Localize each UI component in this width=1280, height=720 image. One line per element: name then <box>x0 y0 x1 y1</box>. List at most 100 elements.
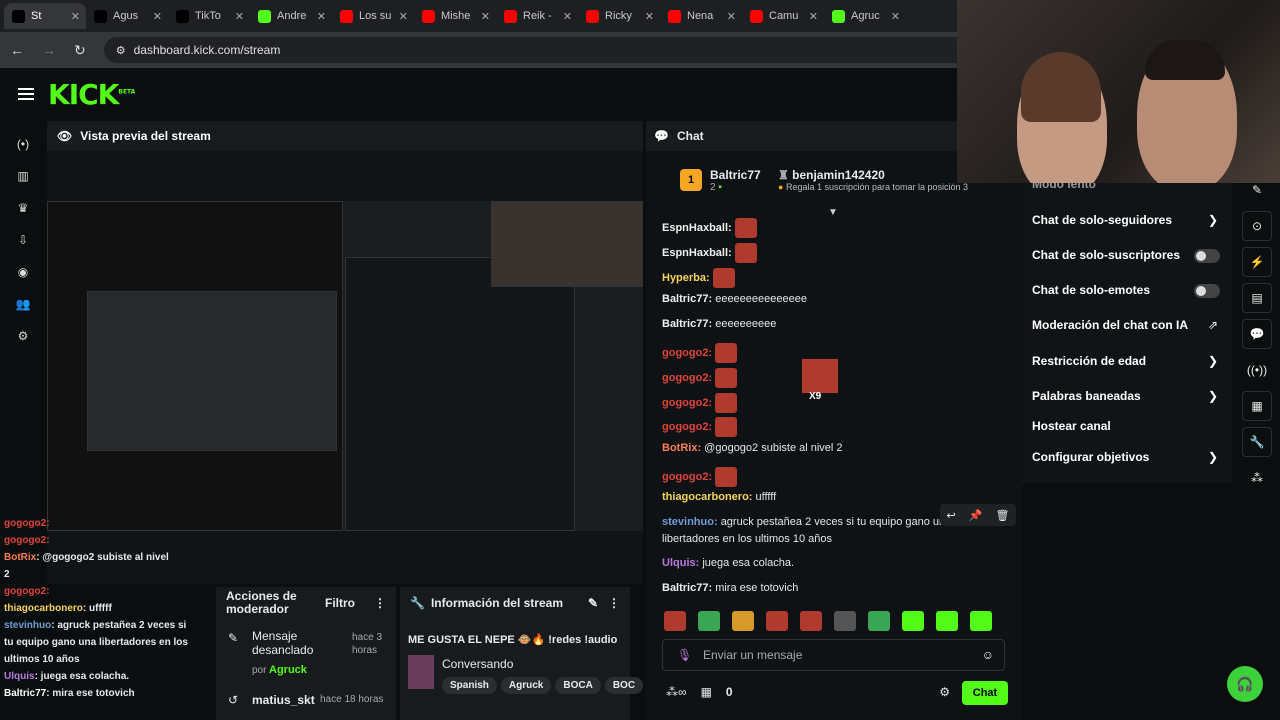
chevron-right-icon[interactable]: ❯ <box>1208 213 1218 227</box>
chat-setting-item[interactable]: Chat de solo-suscriptores <box>1032 248 1180 262</box>
emote-1[interactable] <box>664 611 686 631</box>
browser-tab[interactable]: TikTo ✕ <box>168 3 250 29</box>
chat-setting-item[interactable]: Configurar objetivos <box>1032 450 1149 464</box>
store-icon[interactable]: ▦ <box>701 685 712 699</box>
chat-username[interactable]: Hyperba: <box>662 272 710 284</box>
stream-tag[interactable]: BOCA <box>555 677 601 694</box>
chat-username[interactable]: stevinhuo: <box>662 516 718 528</box>
chat-username[interactable]: gogogo2: <box>662 397 712 409</box>
browser-tab[interactable]: Agus ✕ <box>86 3 168 29</box>
chat-username[interactable]: Ulquis: <box>662 557 699 569</box>
chat-setting-item[interactable]: Chat de solo-emotes <box>1032 283 1150 297</box>
emote-7[interactable] <box>868 611 890 631</box>
chat-setting-item[interactable]: Palabras baneadas <box>1032 389 1141 403</box>
reload-icon[interactable]: ↻ <box>74 42 86 59</box>
chat-message[interactable]: EspnHaxball: <box>662 218 757 238</box>
chat-message[interactable]: Baltric77: eeeeeeeeee <box>662 318 776 330</box>
support-fab[interactable]: 🎧 <box>1227 666 1263 702</box>
close-icon[interactable]: ✕ <box>235 10 244 23</box>
chat-settings-icon[interactable]: ⚙ <box>939 685 950 699</box>
reply-icon[interactable]: ↩ <box>947 509 956 522</box>
browser-tab[interactable]: Andre ✕ <box>250 3 332 29</box>
upload-icon[interactable]: ⇩ <box>0 224 46 256</box>
chat-message[interactable]: EspnHaxball: <box>662 243 757 263</box>
browser-tab[interactable]: Ricky ✕ <box>578 3 660 29</box>
settings-icon[interactable]: ⚙ <box>0 320 46 352</box>
browser-tab[interactable]: Reik - ✕ <box>496 3 578 29</box>
emote-8[interactable] <box>902 611 924 631</box>
trophy-icon[interactable]: ♛ <box>0 192 46 224</box>
chat-username[interactable]: gogogo2: <box>662 372 712 384</box>
chat-username[interactable]: BotRix: <box>662 442 701 454</box>
focus-icon[interactable]: ⊙ <box>1242 211 1272 241</box>
browser-tab[interactable]: Camu ✕ <box>742 3 824 29</box>
menu-icon[interactable] <box>18 88 34 100</box>
close-icon[interactable]: ✕ <box>399 10 408 23</box>
mod-action-1-user[interactable]: Agruck <box>269 664 307 676</box>
close-icon[interactable]: ✕ <box>317 10 326 23</box>
close-icon[interactable]: ✕ <box>809 10 818 23</box>
chat-username[interactable]: Baltric77: <box>662 318 712 330</box>
chat-username[interactable]: thiagocarbonero: <box>662 491 752 503</box>
emote-10[interactable] <box>970 611 992 631</box>
emote-5[interactable] <box>800 611 822 631</box>
back-icon[interactable]: ← <box>10 42 24 58</box>
chat-message[interactable]: stevinhuo: agruck pestañea 2 veces si tu… <box>662 516 951 528</box>
chat-setting-item[interactable]: Restricción de edad <box>1032 354 1146 368</box>
chat-message[interactable]: Baltric77: eeeeeeeeeeeeeee <box>662 293 807 305</box>
chat-message[interactable]: libertadores en los ultimos 10 años <box>662 533 832 545</box>
chat-input[interactable]: 🎙 Enviar un mensaje ☺ <box>662 639 1005 671</box>
close-icon[interactable]: ✕ <box>153 10 162 23</box>
chat-message[interactable]: BotRix: @gogogo2 subiste al nivel 2 <box>662 442 843 454</box>
chat-message[interactable]: gogogo2: <box>662 368 738 388</box>
browser-tab[interactable]: Los su ✕ <box>332 3 414 29</box>
chat-message[interactable]: gogogo2: <box>662 417 738 437</box>
stream-tag[interactable]: Agruck <box>500 677 552 694</box>
forward-icon[interactable]: → <box>42 42 56 58</box>
emote-6[interactable] <box>834 611 856 631</box>
delete-icon[interactable]: 🗑 <box>996 509 1010 522</box>
close-icon[interactable]: ✕ <box>481 10 490 23</box>
chat-message[interactable]: thiagocarbonero: ufffff <box>662 491 776 503</box>
close-icon[interactable]: ✕ <box>891 10 900 23</box>
kick-logo[interactable]: KICKBETA <box>48 78 135 111</box>
document-icon[interactable]: ▤ <box>1242 283 1272 313</box>
close-icon[interactable]: ✕ <box>727 10 736 23</box>
chat-username[interactable]: gogogo2: <box>662 471 712 483</box>
chat-message[interactable]: Ulquis: juega esa colacha. <box>662 557 794 569</box>
chat-username[interactable]: gogogo2: <box>662 421 712 433</box>
browser-tab[interactable]: Nena ✕ <box>660 3 742 29</box>
close-icon[interactable]: ✕ <box>71 10 80 23</box>
stream-tag[interactable]: BOC <box>604 677 644 694</box>
chat-message[interactable]: gogogo2: <box>662 467 738 487</box>
chat-setting-item[interactable]: Moderación del chat con IA <box>1032 318 1188 332</box>
chat-setting-item[interactable]: Chat de solo-seguidores <box>1032 213 1172 227</box>
emote-9[interactable] <box>936 611 958 631</box>
message-icon[interactable]: 💬 <box>1242 319 1272 349</box>
more-icon[interactable]: ⋮ <box>608 596 620 610</box>
browser-tab[interactable]: Agruc ✕ <box>824 3 906 29</box>
edit-icon[interactable]: ✎ <box>588 596 598 610</box>
chat-message[interactable]: gogogo2: <box>662 343 738 363</box>
pin-icon[interactable]: 📌 <box>969 509 983 522</box>
infinity-icon[interactable]: ⁂∞ <box>666 685 687 699</box>
chat-username[interactable]: Baltric77: <box>662 293 712 305</box>
camera-icon[interactable]: ◉ <box>0 256 46 288</box>
chevron-right-icon[interactable]: ❯ <box>1208 354 1218 368</box>
chat-send-button[interactable]: Chat <box>962 681 1008 705</box>
close-icon[interactable]: ✕ <box>563 10 572 23</box>
emoji-icon[interactable]: ☺ <box>982 648 994 662</box>
wrench-icon[interactable]: 🔧 <box>1242 427 1272 457</box>
analytics-icon[interactable]: ▥ <box>0 160 46 192</box>
collapse-icon[interactable]: ▼ <box>828 207 838 218</box>
close-icon[interactable]: ✕ <box>645 10 654 23</box>
emote-2[interactable] <box>698 611 720 631</box>
chevron-right-icon[interactable]: ❯ <box>1208 389 1218 403</box>
external-link-icon[interactable]: ⇗ <box>1208 318 1218 332</box>
emote-4[interactable] <box>766 611 788 631</box>
chat-message[interactable]: gogogo2: <box>662 393 738 413</box>
stream-preview-video[interactable] <box>47 201 643 531</box>
setting-toggle[interactable] <box>1194 249 1220 263</box>
chat-message[interactable]: Hyperba: <box>662 268 735 288</box>
lightning-icon[interactable]: ⚡ <box>1242 247 1272 277</box>
